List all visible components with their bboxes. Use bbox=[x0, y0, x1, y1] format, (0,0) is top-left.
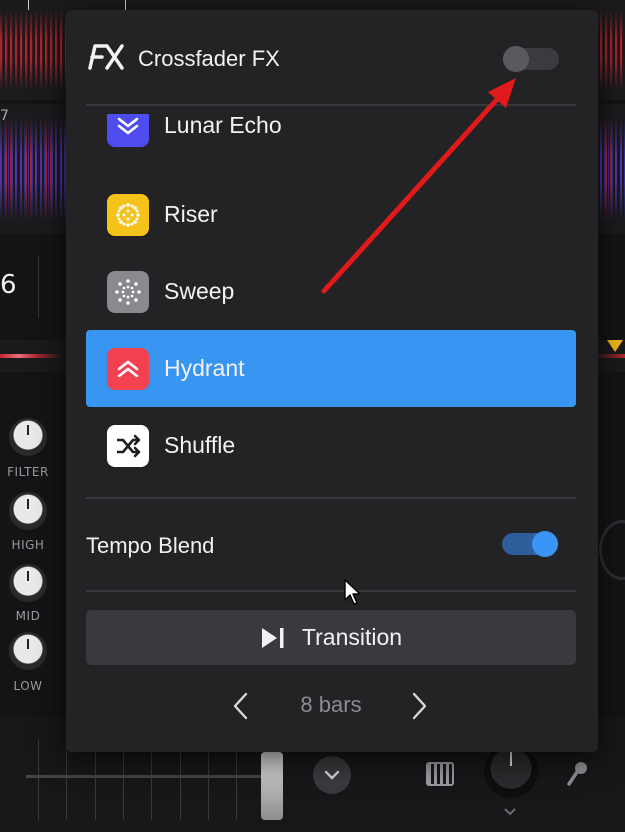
mid-knob-label: MID bbox=[15, 609, 41, 623]
popover-title: Crossfader FX bbox=[138, 46, 280, 71]
sweep-icon bbox=[107, 270, 149, 313]
mouse-cursor-icon bbox=[344, 579, 361, 605]
crossfader-track[interactable] bbox=[26, 775, 276, 778]
fx-item-label: Riser bbox=[164, 201, 218, 227]
beat-tick bbox=[28, 0, 29, 10]
fx-item-shuffle[interactable]: Shuffle bbox=[86, 407, 576, 484]
filter-knob-label: FILTER bbox=[7, 465, 49, 479]
fader-tick bbox=[38, 740, 39, 820]
expand-button[interactable] bbox=[313, 756, 351, 794]
low-knob-label: LOW bbox=[13, 679, 43, 693]
hydrant-icon bbox=[107, 347, 149, 390]
toggle-knob bbox=[503, 46, 529, 72]
fader-tick bbox=[151, 740, 152, 820]
riser-icon bbox=[107, 193, 149, 236]
fx-item-label: Hydrant bbox=[164, 355, 245, 381]
transition-button[interactable]: Transition bbox=[86, 610, 576, 665]
chevron-down-icon[interactable] bbox=[500, 802, 520, 822]
fader-tick bbox=[180, 740, 181, 820]
cue-marker-icon[interactable] bbox=[607, 340, 623, 352]
fx-item-sweep[interactable]: Sweep bbox=[86, 253, 576, 330]
bar-length-value: 8 bars bbox=[300, 692, 362, 717]
chevron-down-icon bbox=[324, 770, 340, 780]
crossfader-fx-popover: Crossfader FX Lunar Echo Riser Sweep Hyd… bbox=[66, 10, 598, 752]
divider bbox=[86, 497, 576, 499]
fader-tick bbox=[95, 740, 96, 820]
high-eq-knob[interactable] bbox=[9, 492, 47, 530]
shuffle-icon bbox=[107, 424, 149, 467]
transition-label: Transition bbox=[301, 624, 403, 650]
divider bbox=[86, 104, 576, 106]
filter-knob[interactable] bbox=[9, 418, 47, 456]
divider bbox=[86, 590, 576, 592]
fx-item-hydrant[interactable]: Hydrant bbox=[86, 330, 576, 407]
fx-item-lunar-echo[interactable]: Lunar Echo bbox=[86, 114, 576, 164]
low-eq-knob[interactable] bbox=[9, 632, 47, 670]
lunar-echo-icon bbox=[107, 114, 149, 147]
mid-eq-knob[interactable] bbox=[9, 564, 47, 602]
fx-item-riser[interactable]: Riser bbox=[86, 176, 576, 253]
chevron-right-icon[interactable] bbox=[404, 690, 434, 722]
fader-tick bbox=[66, 740, 67, 820]
microphone-icon[interactable] bbox=[566, 760, 590, 788]
tempo-blend-toggle[interactable] bbox=[502, 531, 558, 557]
master-volume-knob[interactable] bbox=[484, 744, 538, 798]
fader-tick bbox=[123, 740, 124, 820]
jog-wheel-edge[interactable] bbox=[599, 520, 625, 580]
deck-bpm-readout: 6 bbox=[0, 270, 17, 300]
wave-number: 7 bbox=[0, 108, 9, 124]
popover-header: Crossfader FX bbox=[66, 10, 598, 106]
fader-tick bbox=[208, 740, 209, 820]
fader-tick bbox=[236, 740, 237, 820]
high-knob-label: HIGH bbox=[11, 538, 45, 552]
bar-length-selector: 8 bars bbox=[86, 688, 576, 724]
crossfader-handle[interactable] bbox=[261, 752, 283, 820]
fx-item-label: Lunar Echo bbox=[164, 114, 282, 138]
fx-item-label: Sweep bbox=[164, 278, 235, 304]
play-skip-icon bbox=[261, 627, 284, 648]
tempo-blend-label: Tempo Blend bbox=[86, 533, 215, 558]
beat-tick bbox=[125, 0, 126, 10]
divider bbox=[38, 256, 39, 318]
crossfader-fx-toggle[interactable] bbox=[503, 46, 559, 72]
fx-item-label: Shuffle bbox=[164, 432, 236, 458]
fx-logo-icon bbox=[88, 44, 124, 70]
fx-list: Lunar Echo Riser Sweep Hydrant Shuffle bbox=[86, 114, 576, 494]
toggle-knob bbox=[532, 531, 558, 557]
sampler-keys-icon[interactable] bbox=[426, 762, 454, 786]
